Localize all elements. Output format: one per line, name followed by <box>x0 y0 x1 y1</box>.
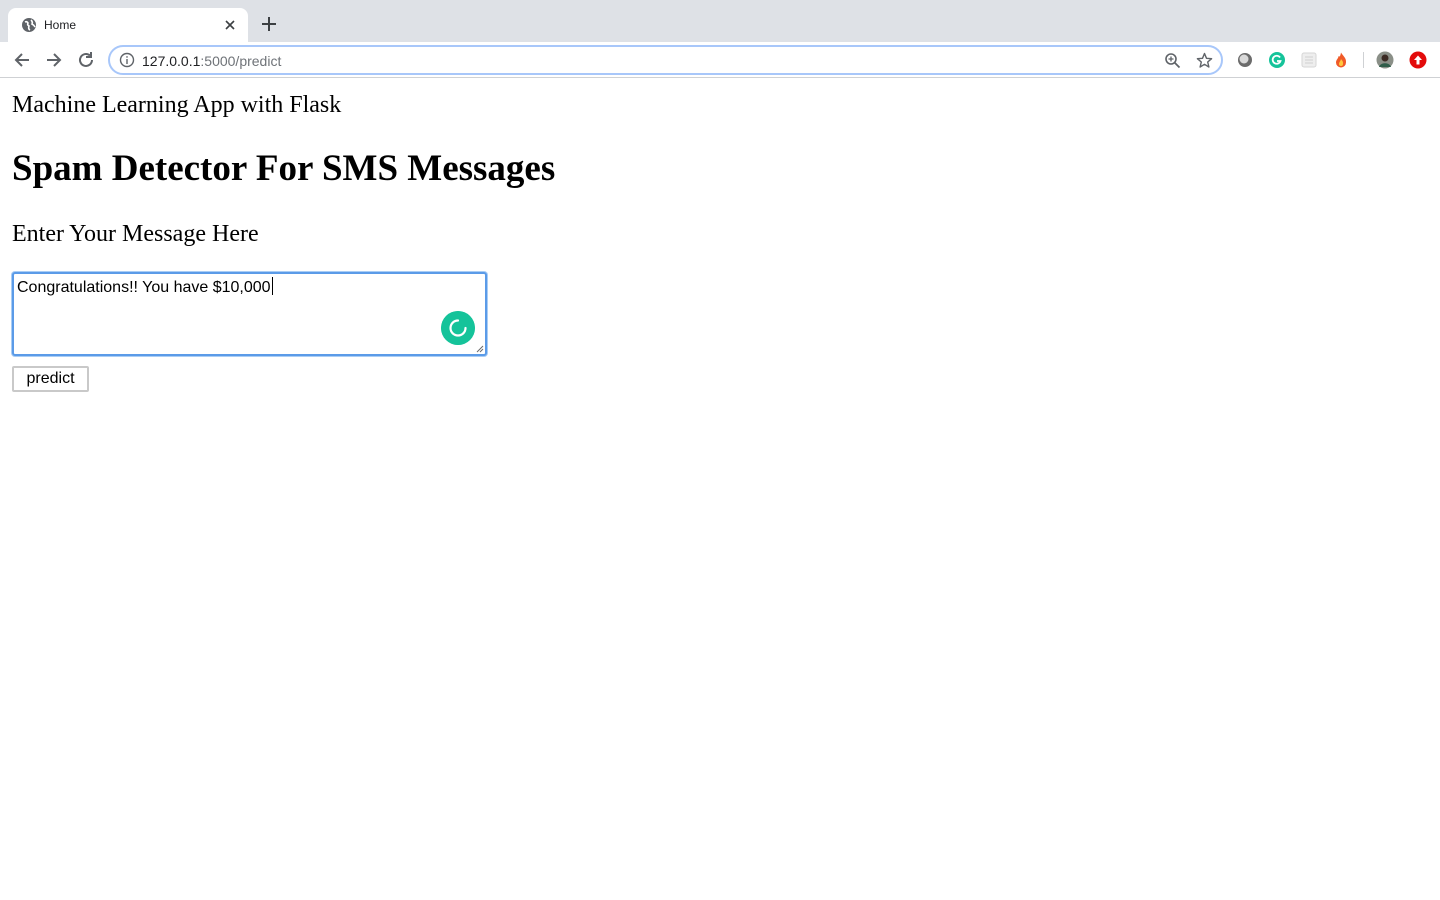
message-prompt-label: Enter Your Message Here <box>12 221 259 247</box>
predict-button[interactable]: predict <box>12 366 89 392</box>
message-textarea-value[interactable]: Congratulations!! You have $10,000 <box>17 277 273 298</box>
address-bar[interactable]: 127.0.0.1:5000/predict <box>108 45 1223 75</box>
message-textarea[interactable]: Congratulations!! You have $10,000 <box>12 272 487 356</box>
reload-icon[interactable] <box>76 50 96 70</box>
tab-title: Home <box>44 18 77 32</box>
back-icon[interactable] <box>12 50 32 70</box>
grammarly-icon[interactable] <box>441 311 475 345</box>
page-title: Spam Detector For SMS Messages <box>12 148 556 189</box>
app-title: Machine Learning App with Flask <box>12 92 342 118</box>
globe-icon <box>22 18 36 32</box>
grammarly-icon[interactable] <box>1268 51 1286 69</box>
resize-handle-icon[interactable] <box>475 344 484 353</box>
tab-strip: Home <box>0 0 1440 42</box>
fire-icon[interactable] <box>1332 51 1350 69</box>
extension-circle-icon[interactable] <box>1236 51 1254 69</box>
tab-home[interactable]: Home <box>8 8 248 42</box>
url-text[interactable]: 127.0.0.1:5000/predict <box>142 53 281 69</box>
page-body: Machine Learning App with Flask Spam Det… <box>0 79 1440 900</box>
avatar[interactable] <box>1376 51 1394 69</box>
zoom-icon[interactable] <box>1164 52 1181 69</box>
text-caret <box>271 277 273 295</box>
extension-grid-icon[interactable] <box>1300 51 1318 69</box>
toolbar-divider <box>1363 52 1364 68</box>
info-icon[interactable] <box>119 52 135 68</box>
bookmark-star-icon[interactable] <box>1196 52 1213 69</box>
browser-toolbar: 127.0.0.1:5000/predict <box>0 42 1440 78</box>
close-icon[interactable] <box>222 17 238 33</box>
new-tab-icon[interactable] <box>260 15 278 33</box>
update-arrow-icon[interactable] <box>1409 51 1427 69</box>
forward-icon[interactable] <box>44 50 64 70</box>
